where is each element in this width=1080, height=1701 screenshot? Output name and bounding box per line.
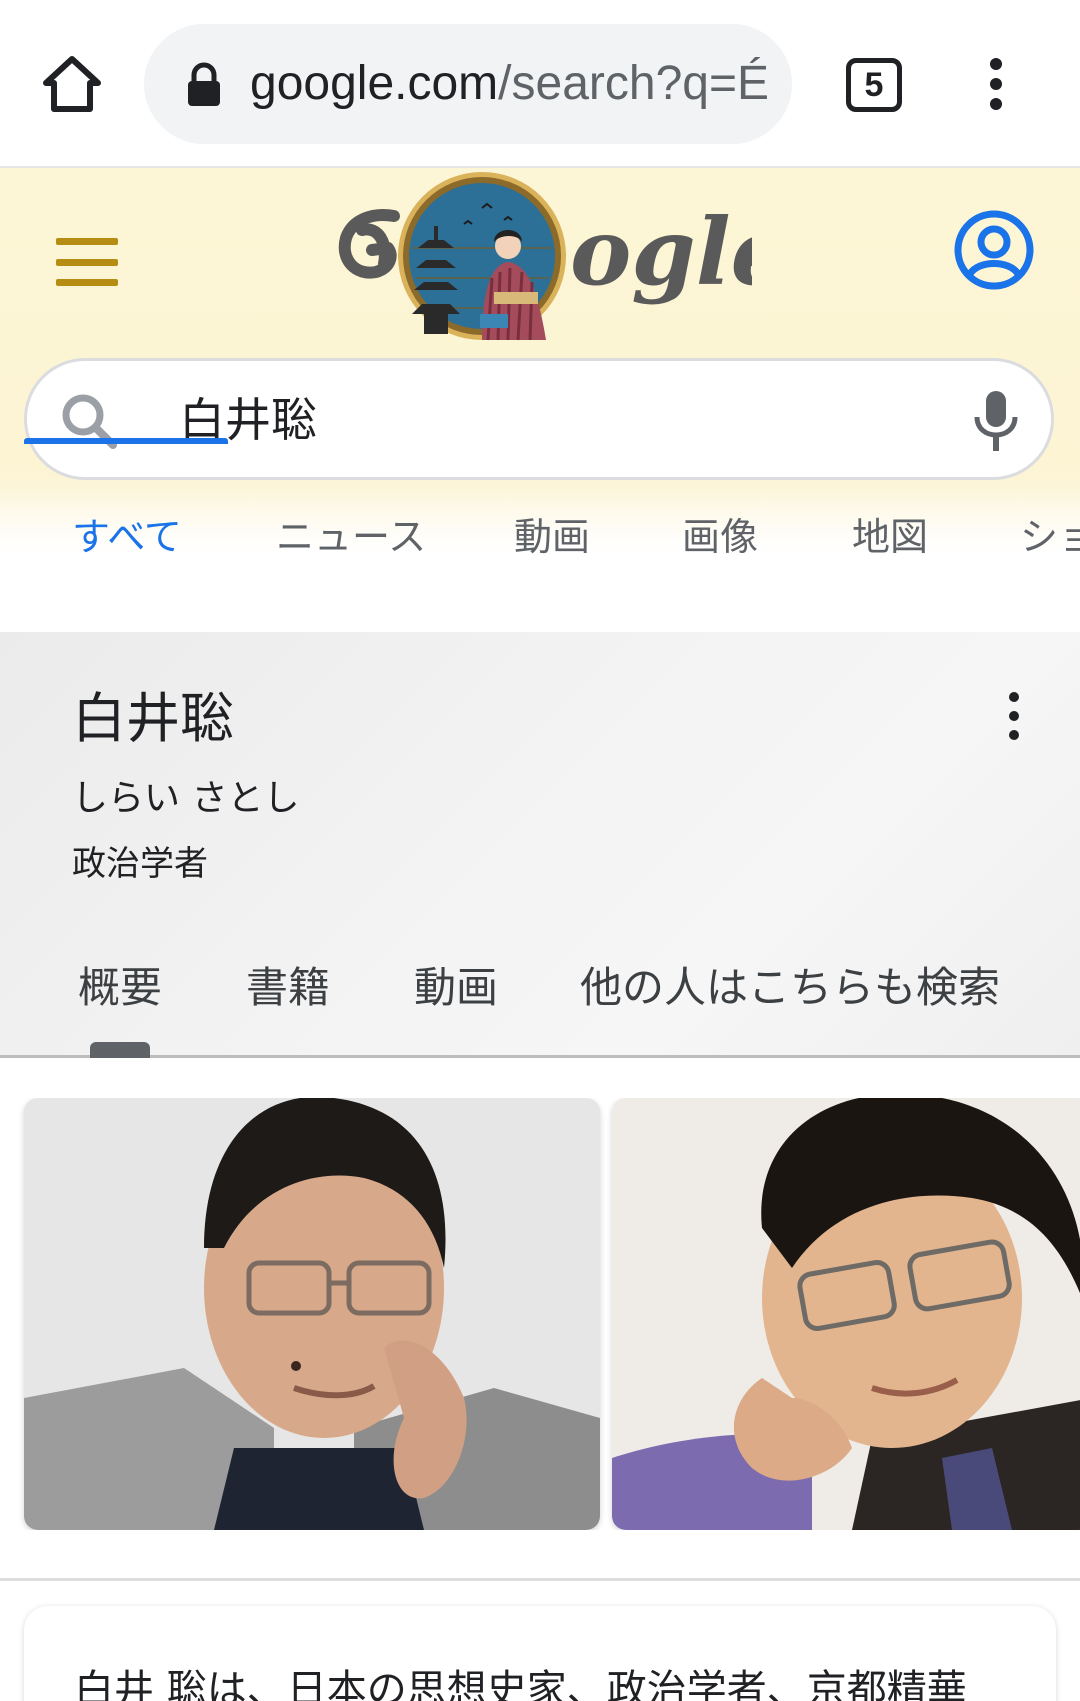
home-button[interactable] bbox=[38, 50, 106, 118]
kp-tab-books[interactable]: 書籍 bbox=[246, 960, 330, 1016]
hamburger-line bbox=[56, 279, 118, 286]
url-text: google.com/search?q=É bbox=[250, 52, 770, 116]
account-icon[interactable] bbox=[952, 208, 1036, 292]
tab-all[interactable]: すべて bbox=[72, 512, 182, 562]
menu-dot-icon bbox=[990, 78, 1002, 90]
hamburger-menu-button[interactable] bbox=[56, 238, 118, 286]
google-doodle-logo[interactable]: ogle bbox=[332, 168, 752, 358]
more-dot-icon bbox=[1009, 730, 1019, 740]
more-dot-icon bbox=[1009, 711, 1019, 721]
kp-more-options-button[interactable] bbox=[1000, 688, 1028, 744]
kp-description: 政治学者 bbox=[72, 844, 208, 884]
tab-maps[interactable]: 地図 bbox=[852, 512, 928, 562]
url-host: google.com bbox=[250, 57, 499, 110]
kp-active-tab-indicator bbox=[90, 1042, 150, 1058]
logo-text: ogle bbox=[570, 198, 752, 306]
home-icon bbox=[43, 56, 101, 112]
lock-icon bbox=[188, 62, 220, 106]
hamburger-line bbox=[56, 258, 118, 266]
tab-news[interactable]: ニュース bbox=[276, 512, 426, 562]
image-carousel bbox=[0, 1098, 1080, 1530]
kp-tab-people-also-search[interactable]: 他の人はこちらも検索 bbox=[580, 960, 1000, 1016]
address-bar[interactable]: google.com/search?q=É bbox=[144, 24, 792, 144]
knowledge-panel: 白井聡 しらい さとし 政治学者 概要 書籍 動画 他の人はこちらも検索 bbox=[0, 632, 1080, 1058]
tab-shopping[interactable]: ショ bbox=[1020, 512, 1080, 562]
tab-count: 5 bbox=[864, 65, 884, 104]
url-path: /search?q=É bbox=[498, 57, 769, 110]
kp-title: 白井聡 bbox=[72, 687, 234, 750]
menu-dot-icon bbox=[990, 58, 1002, 70]
summary-card: 白井 聡は、日本の思想史家、政治学者、京都精華 bbox=[24, 1606, 1056, 1701]
tab-images[interactable]: 画像 bbox=[682, 512, 758, 562]
tab-videos[interactable]: 動画 bbox=[514, 512, 590, 562]
google-header: ogle 白井聡 すべて ニュース 動画 画像 地図 ショ bbox=[0, 168, 1080, 598]
person-photo-2[interactable] bbox=[612, 1098, 1080, 1530]
search-box[interactable]: 白井聡 bbox=[24, 358, 1054, 480]
section-divider bbox=[0, 1578, 1080, 1581]
more-dot-icon bbox=[1009, 692, 1019, 702]
menu-dot-icon bbox=[990, 98, 1002, 110]
browser-menu-button[interactable] bbox=[970, 52, 1022, 116]
kp-tab-videos[interactable]: 動画 bbox=[414, 960, 498, 1016]
kp-tab-overview[interactable]: 概要 bbox=[78, 960, 162, 1016]
person-photo-1[interactable] bbox=[24, 1098, 600, 1530]
summary-text: 白井 聡は、日本の思想史家、政治学者、京都精華 bbox=[74, 1667, 967, 1701]
browser-toolbar: google.com/search?q=É 5 bbox=[0, 0, 1080, 168]
microphone-icon[interactable] bbox=[971, 389, 1021, 453]
search-category-tabs: すべて ニュース 動画 画像 地図 ショ bbox=[0, 488, 1080, 598]
kp-reading: しらい さとし bbox=[72, 778, 300, 819]
tab-switcher-button[interactable]: 5 bbox=[846, 58, 902, 112]
active-tab-indicator bbox=[24, 438, 228, 444]
hamburger-line bbox=[56, 238, 118, 245]
